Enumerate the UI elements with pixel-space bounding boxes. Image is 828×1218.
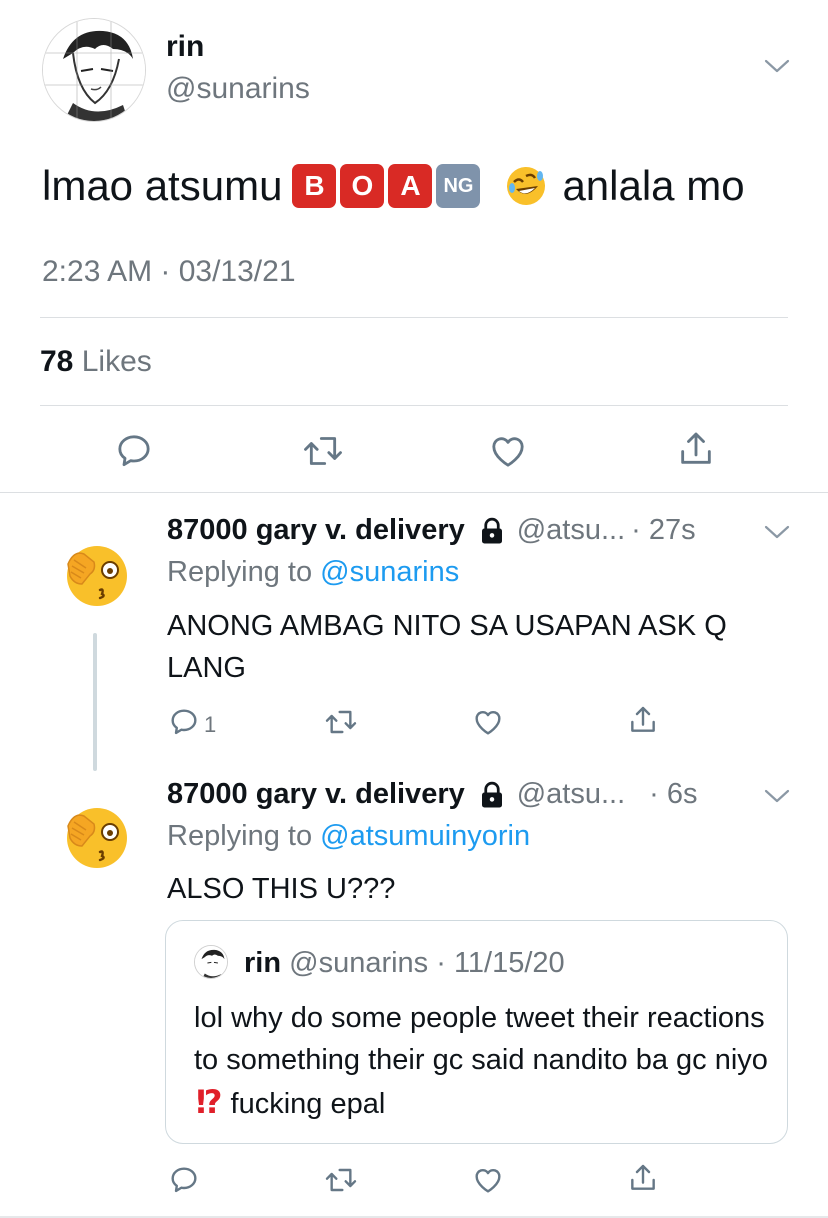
quoted-author-name: rin	[244, 947, 282, 979]
quoted-meta: @sunarins · 11/15/20	[289, 947, 565, 979]
like-icon[interactable]	[488, 431, 528, 471]
reply-author-handle[interactable]: @atsu...	[517, 778, 625, 811]
divider	[40, 317, 788, 318]
quoted-avatar	[194, 945, 228, 979]
avatar-image	[43, 19, 145, 121]
tweet-text: lmao atsumu B O A NG anlala mo	[42, 160, 745, 212]
retweet-icon[interactable]	[323, 1164, 359, 1196]
likes-count[interactable]: 78 Likes	[40, 345, 152, 379]
avatar-image	[195, 946, 227, 978]
quoted-header: rin @sunarins · 11/15/20	[244, 947, 565, 980]
tweet-timestamp[interactable]: 2:23 AM · 03/13/21	[42, 255, 296, 289]
replying-to: Replying to @atsumuinyorin	[167, 820, 530, 853]
reply-header: 87000 gary v. delivery @atsu... · 6s	[167, 778, 698, 811]
emoji-ng: NG	[436, 164, 481, 208]
chevron-down-icon[interactable]	[764, 524, 790, 540]
reply-time[interactable]: · 27s	[631, 514, 695, 547]
quoted-text-after: fucking epal	[230, 1088, 386, 1120]
reply-time[interactable]: · 6s	[649, 778, 697, 811]
share-icon[interactable]	[676, 428, 716, 470]
reply-author-name[interactable]: 87000 gary v. delivery	[167, 778, 465, 811]
like-icon[interactable]	[472, 1164, 504, 1196]
emoji-o: O	[340, 164, 385, 208]
quoted-text-before: lol why do some people tweet their react…	[194, 1002, 768, 1076]
reply-icon[interactable]	[114, 431, 154, 471]
divider	[40, 405, 788, 406]
replying-to: Replying to @sunarins	[167, 556, 459, 589]
replying-label: Replying to	[167, 556, 313, 588]
reply-header: 87000 gary v. delivery @atsu... · 27s	[167, 514, 696, 547]
chevron-down-icon[interactable]	[764, 788, 790, 804]
replying-label: Replying to	[167, 820, 313, 852]
replying-mention[interactable]: @sunarins	[320, 556, 459, 588]
author-handle[interactable]: @sunarins	[166, 72, 310, 106]
interrobang-emoji-icon: ⁉	[196, 1084, 223, 1120]
replying-mention[interactable]: @atsumuinyorin	[320, 820, 530, 852]
main-tweet: rin @sunarins lmao atsumu B O A NG anlal…	[0, 0, 828, 493]
tweet-text-before: lmao atsumu	[42, 162, 283, 209]
author-name[interactable]: rin	[166, 30, 204, 64]
share-icon[interactable]	[627, 703, 659, 737]
retweet-icon[interactable]	[301, 431, 345, 471]
rofl-emoji-icon	[507, 167, 546, 205]
chevron-down-icon[interactable]	[764, 58, 790, 74]
quoted-text: lol why do some people tweet their react…	[194, 997, 774, 1125]
emoji-a: A	[388, 164, 433, 208]
quoted-tweet[interactable]: rin @sunarins · 11/15/20 lol why do some…	[165, 920, 788, 1144]
emoji-b: B	[292, 164, 337, 208]
reply-icon[interactable]	[168, 706, 200, 738]
lock-icon	[481, 781, 502, 807]
reply-author-handle[interactable]: @atsu...	[517, 514, 625, 547]
emoji-letters: B O A NG	[292, 164, 481, 208]
lock-icon	[481, 517, 502, 543]
share-icon[interactable]	[627, 1161, 659, 1195]
reply-icon[interactable]	[168, 1164, 200, 1196]
likes-label: Likes	[81, 345, 152, 378]
thread-line	[93, 633, 97, 771]
reply-text: ANONG AMBAG NITO SA USAPAN ASK Q LANG	[167, 610, 727, 684]
likes-number: 78	[40, 345, 74, 378]
like-icon[interactable]	[472, 706, 504, 738]
reply-text: ALSO THIS U???	[167, 873, 396, 905]
reply-count: 1	[204, 712, 217, 737]
avatar[interactable]	[42, 18, 146, 122]
reply-author-name[interactable]: 87000 gary v. delivery	[167, 514, 465, 547]
face-with-hand-emoji-avatar[interactable]	[60, 802, 130, 872]
face-with-hand-emoji-avatar[interactable]	[60, 540, 130, 610]
retweet-icon[interactable]	[323, 706, 359, 738]
section-divider	[0, 492, 828, 493]
tweet-text-after: anlala mo	[562, 162, 745, 209]
